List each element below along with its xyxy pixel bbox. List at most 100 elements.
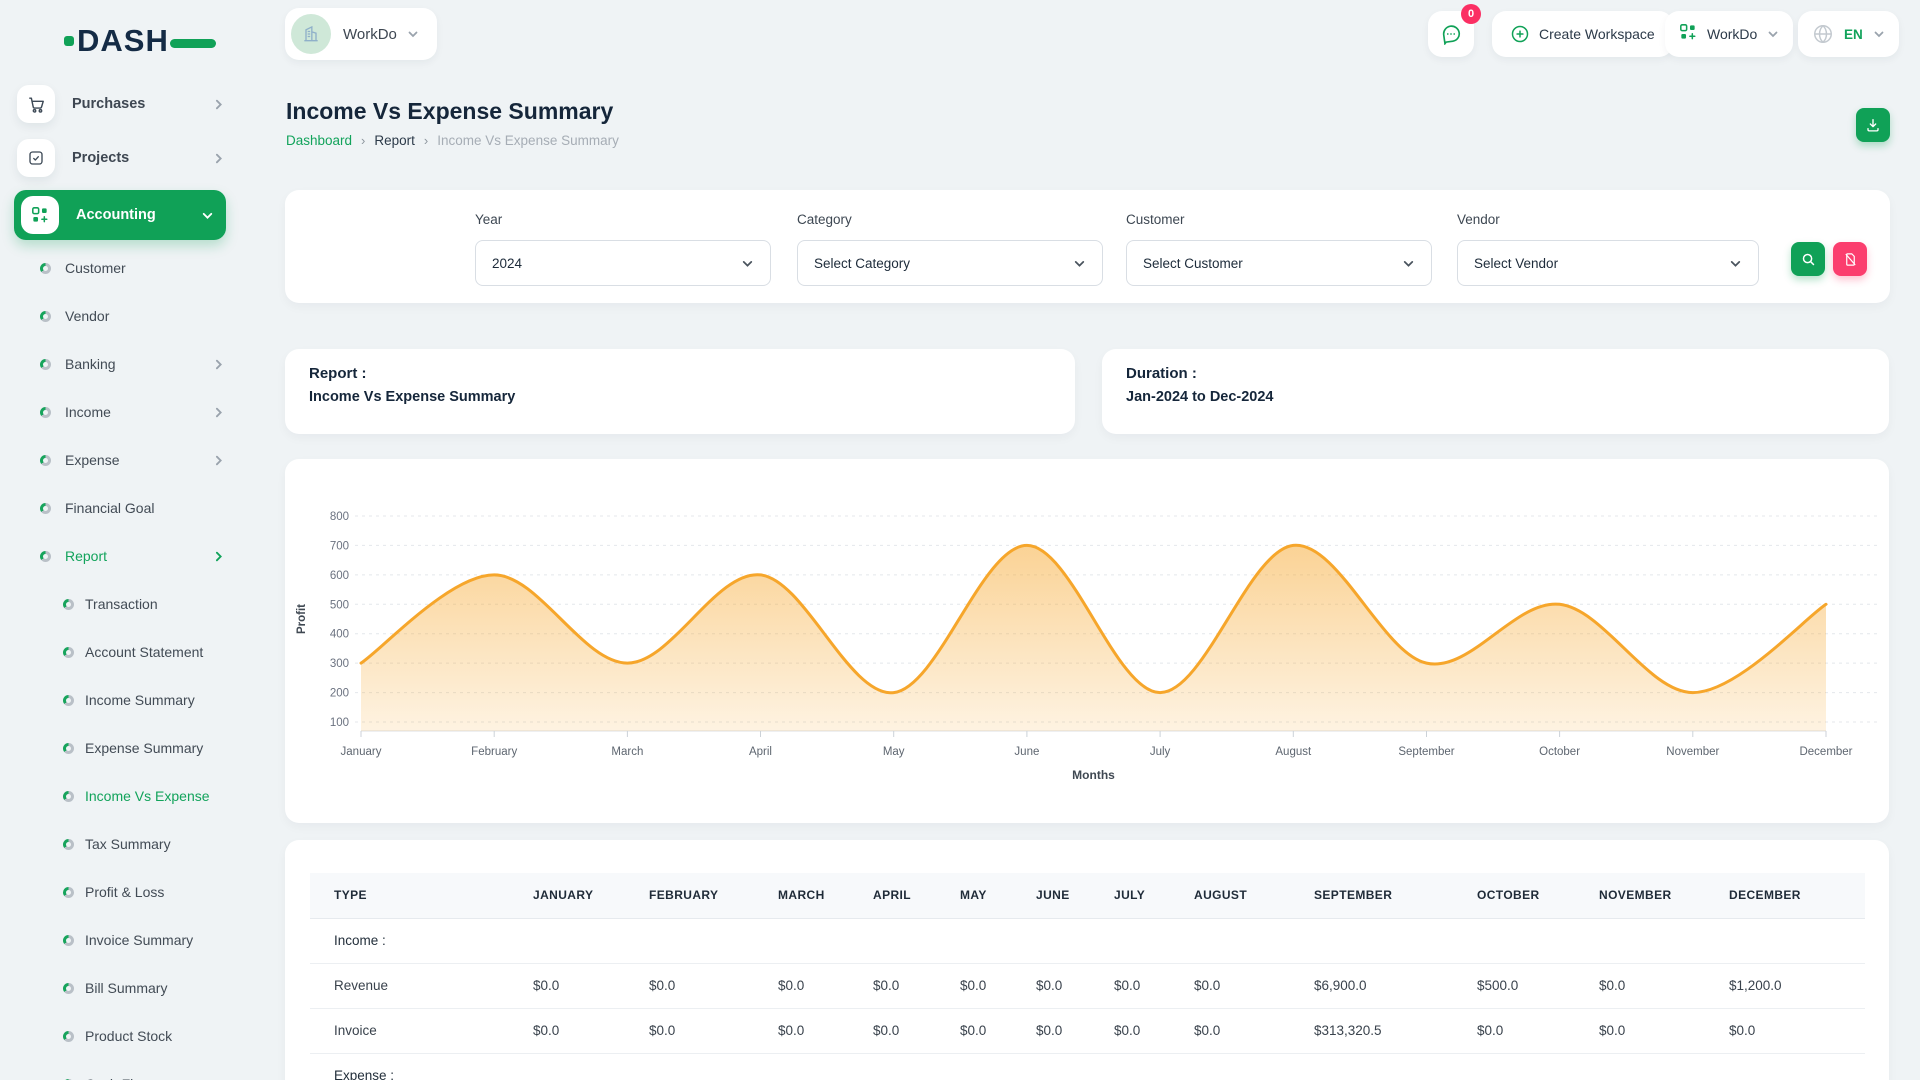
vendor-select[interactable]: Select Vendor [1457,240,1759,286]
sidebar-item-customer[interactable]: Customer [15,244,225,292]
sidebar-item-profit-loss[interactable]: Profit & Loss [15,868,225,916]
logo-text: DASH [77,23,169,59]
x-tick-label: January [341,746,382,758]
cell-value: $0.0 [1194,963,1314,1008]
messages-button[interactable]: 0 [1428,11,1474,57]
x-tick-label: June [1014,746,1039,758]
messages-count-badge: 0 [1461,4,1481,24]
x-tick-label: November [1666,746,1719,758]
brand-logo[interactable]: DASH [64,24,234,58]
sidebar-item-bill-summary[interactable]: Bill Summary [15,964,225,1012]
income-expense-table: TYPEJANUARYFEBRUARYMARCHAPRILMAYJUNEJULY… [310,873,1865,1080]
workspace-switcher[interactable]: WorkDo [285,8,437,60]
sidebar-item-label: Account Statement [85,644,203,660]
category-filter-group: Category [797,212,852,227]
year-filter-label: Year [475,212,502,227]
bullet-icon [63,935,74,946]
y-tick-label: 500 [330,599,349,611]
sidebar-item-projects[interactable]: Projects [15,136,225,180]
download-icon [1865,117,1881,133]
sidebar-item-label: Financial Goal [65,500,155,516]
sidebar-item-purchases[interactable]: Purchases [15,82,225,126]
reset-filter-button[interactable] [1833,242,1867,276]
sidebar-item-banking[interactable]: Banking [15,340,225,388]
y-axis-title: Profit [296,604,308,634]
row-type: Revenue [310,963,533,1008]
sidebar-item-label: Income [65,404,111,420]
sidebar-item-label: Product Stock [85,1028,172,1044]
x-tick-label: October [1539,746,1580,758]
sidebar-item-account-statement[interactable]: Account Statement [15,628,225,676]
sidebar-item-transaction[interactable]: Transaction [15,580,225,628]
y-tick-label: 600 [330,570,349,582]
sidebar-item-label: Profit & Loss [85,884,164,900]
x-tick-label: July [1150,746,1171,758]
chevron-down-icon [1073,257,1086,270]
sidebar-item-income-summary[interactable]: Income Summary [15,676,225,724]
sidebar-item-report[interactable]: Report [15,532,225,580]
income-expense-table-card: TYPEJANUARYFEBRUARYMARCHAPRILMAYJUNEJULY… [285,840,1889,1080]
globe-icon [1812,23,1834,45]
cell-value: $0.0 [960,1008,1036,1053]
breadcrumb-item[interactable]: Dashboard [286,133,352,148]
sidebar-item-accounting[interactable]: Accounting [14,190,226,240]
cell-value: $0.0 [1036,1008,1114,1053]
section-label: Expense : [310,1053,1865,1080]
year-select[interactable]: 2024 [475,240,771,286]
chat-bubble-icon [1440,23,1462,45]
app-root: DASH PurchasesProjectsAccountingCustomer… [0,0,1920,1080]
sidebar-item-financial-goal[interactable]: Financial Goal [15,484,225,532]
breadcrumb-item[interactable]: Report [374,133,415,148]
customer-select[interactable]: Select Customer [1126,240,1432,286]
sidebar-item-income[interactable]: Income [15,388,225,436]
chevron-down-icon [741,257,754,270]
sidebar-item-label: Expense [65,452,119,468]
report-card-value: Income Vs Expense Summary [309,389,1051,405]
sidebar-item-invoice-summary[interactable]: Invoice Summary [15,916,225,964]
workdo-menu-label: WorkDo [1707,26,1757,42]
cell-value: $0.0 [1114,1008,1194,1053]
column-header: MAY [960,873,1036,918]
column-header: SEPTEMBER [1314,873,1477,918]
bullet-icon [63,983,74,994]
logo-bar-icon [170,39,216,48]
sidebar-item-cash-flow[interactable]: Cash Flow [15,1060,225,1080]
sidebar-item-expense-summary[interactable]: Expense Summary [15,724,225,772]
download-report-button[interactable] [1856,108,1890,142]
section-label: Income : [310,918,1865,963]
cell-value: $0.0 [1114,963,1194,1008]
cell-value: $0.0 [1599,963,1729,1008]
breadcrumb: Dashboard›Report›Income Vs Expense Summa… [286,133,628,148]
chevron-down-icon [1767,28,1779,40]
sidebar-item-expense[interactable]: Expense [15,436,225,484]
apply-filter-button[interactable] [1791,242,1825,276]
workdo-menu-button[interactable]: WorkDo [1665,11,1793,57]
language-selector[interactable]: EN [1798,11,1899,57]
category-select[interactable]: Select Category [797,240,1103,286]
cell-value: $0.0 [1194,1008,1314,1053]
bullet-icon [40,359,51,370]
cell-value: $0.0 [778,963,873,1008]
sidebar-item-product-stock[interactable]: Product Stock [15,1012,225,1060]
customer-filter-group: Customer [1126,212,1185,227]
sidebar-item-tax-summary[interactable]: Tax Summary [15,820,225,868]
bullet-icon [40,455,51,466]
bullet-icon [63,743,74,754]
bullet-icon [63,839,74,850]
sidebar-item-vendor[interactable]: Vendor [15,292,225,340]
y-tick-label: 400 [330,629,349,641]
column-header: FEBRUARY [649,873,778,918]
cell-value: $0.0 [873,963,960,1008]
breadcrumb-item: Income Vs Expense Summary [437,133,619,148]
create-workspace-button[interactable]: Create Workspace [1492,11,1673,57]
sidebar-item-income-vs-expense[interactable]: Income Vs Expense [15,772,225,820]
bullet-icon [40,311,51,322]
column-header: APRIL [873,873,960,918]
cell-value: $1,200.0 [1729,963,1865,1008]
chevron-down-icon [1729,257,1742,270]
column-header: OCTOBER [1477,873,1599,918]
profit-area-chart: 100200300400500600700800JanuaryFebruaryM… [285,459,1889,823]
x-tick-label: December [1799,746,1852,758]
y-tick-label: 300 [330,658,349,670]
sidebar-item-label: Expense Summary [85,740,203,756]
